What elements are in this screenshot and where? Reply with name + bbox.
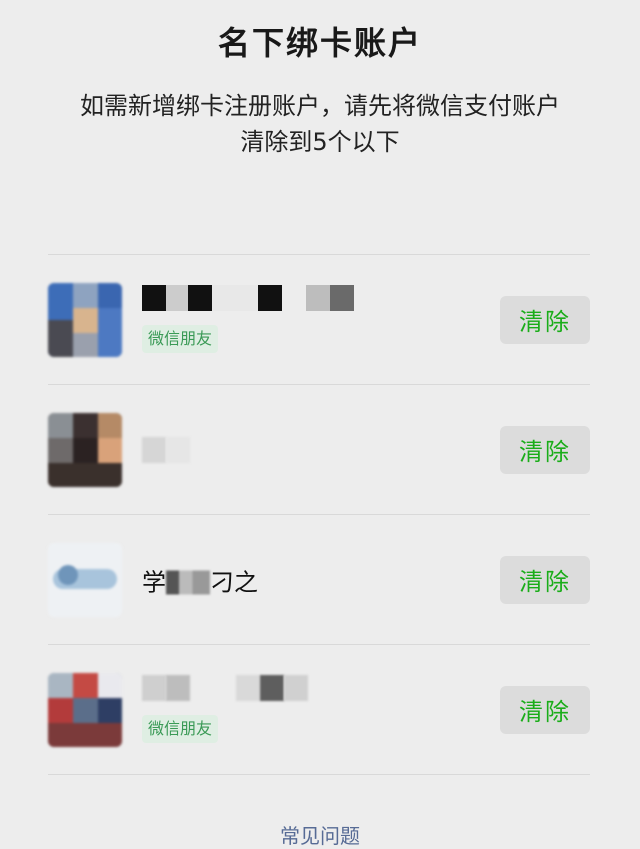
account-name-prefix: 学 (142, 568, 166, 596)
avatar (48, 282, 122, 357)
account-row: 微信朋友 清除 (48, 255, 590, 385)
name-mosaic (166, 570, 210, 594)
account-name-suffix: 刁之 (210, 568, 258, 596)
clear-button[interactable]: 清除 (500, 295, 590, 344)
account-name-masked (142, 284, 382, 311)
account-name-masked (142, 674, 382, 701)
account-row: 微信朋友 清除 (48, 645, 590, 775)
account-row: 清除 (48, 385, 590, 515)
account-name-masked (142, 436, 382, 463)
clear-button[interactable]: 清除 (500, 425, 590, 474)
page-title: 名下绑卡账户 (217, 24, 422, 62)
friend-tag: 微信朋友 (142, 714, 219, 743)
account-name: 学 刁之 (142, 562, 258, 597)
description-line-2: 清除到5个以下 (240, 128, 400, 156)
avatar (48, 672, 122, 747)
account-list: 微信朋友 清除 清除 学 刁之 清除 微信朋友 清除 (48, 254, 590, 775)
avatar (48, 542, 122, 617)
clear-button[interactable]: 清除 (500, 555, 590, 604)
avatar (48, 412, 122, 487)
description-line-1: 如需新增绑卡注册账户，请先将微信支付账户 (80, 92, 560, 120)
account-row: 学 刁之 清除 (48, 515, 590, 645)
friend-tag: 微信朋友 (142, 324, 219, 353)
page-description: 如需新增绑卡注册账户，请先将微信支付账户 清除到5个以下 (40, 88, 600, 160)
faq-link[interactable]: 常见问题 (0, 820, 640, 849)
clear-button[interactable]: 清除 (500, 685, 590, 734)
